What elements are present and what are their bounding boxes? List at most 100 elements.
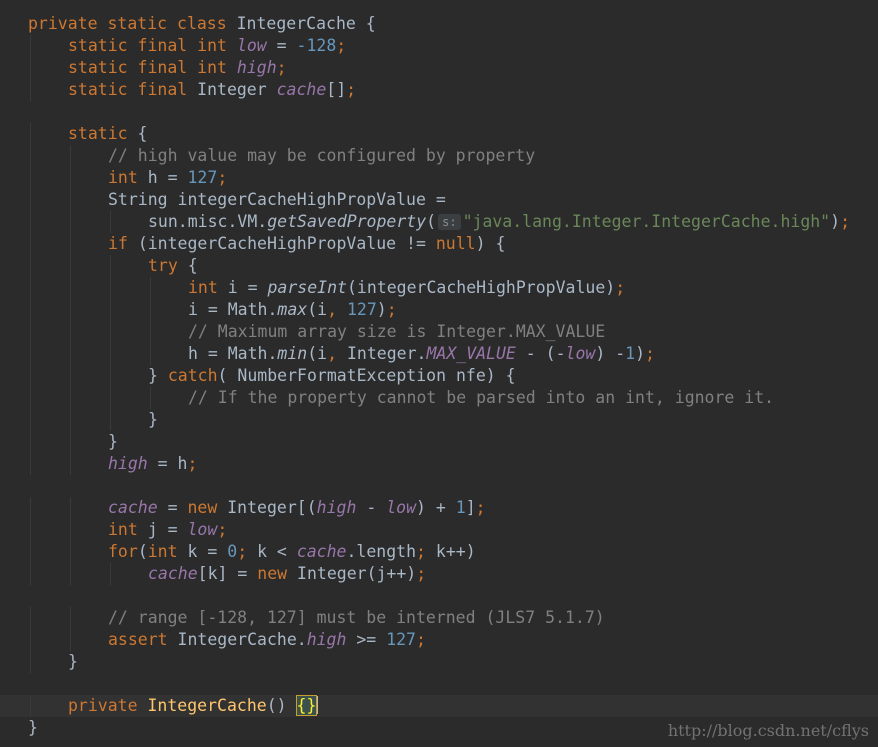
indent-guide xyxy=(30,519,31,541)
code-line[interactable]: private static class IntegerCache { xyxy=(0,13,878,35)
code-token: // range [-128, 127] must be interned (J… xyxy=(108,608,605,627)
code-line[interactable] xyxy=(0,585,878,607)
code-line[interactable]: try { xyxy=(0,255,878,277)
indent-guide xyxy=(150,343,151,365)
code-token: 1 xyxy=(625,344,636,363)
code-token: high xyxy=(236,58,277,77)
code-token: low xyxy=(236,36,267,55)
code-token: IntegerCache { xyxy=(236,14,376,33)
indent-guide xyxy=(110,365,111,387)
matched-braces: {} xyxy=(295,695,318,716)
code-token: } xyxy=(148,410,158,429)
code-token: high xyxy=(108,454,148,473)
code-token: low xyxy=(565,344,596,363)
code-editor[interactable]: private static class IntegerCache {stati… xyxy=(0,13,878,739)
code-token: null xyxy=(435,234,476,253)
code-token: // Maximum array size is Integer.MAX_VAL… xyxy=(188,322,606,341)
code-token: // If the property cannot be parsed into… xyxy=(188,388,775,407)
code-line[interactable]: static final Integer cache[]; xyxy=(0,79,878,101)
code-token: (integerCacheHighPropValue != xyxy=(137,234,436,253)
code-token: h = xyxy=(147,168,188,187)
code-line[interactable]: for(int k = 0; k < cache.length; k++) xyxy=(0,541,878,563)
code-line[interactable]: } xyxy=(0,431,878,453)
code-line[interactable]: h = Math.min(i, Integer.MAX_VALUE - (-lo… xyxy=(0,343,878,365)
code-line[interactable]: static final int high; xyxy=(0,57,878,79)
code-token: cache xyxy=(296,542,347,561)
indent-guide xyxy=(30,365,31,387)
code-token: i = xyxy=(227,278,268,297)
code-line[interactable]: private IntegerCache() {} xyxy=(0,695,878,717)
indent-guide xyxy=(70,255,71,277)
code-token: static final xyxy=(68,80,198,99)
code-token: 0 xyxy=(227,542,238,561)
code-line[interactable] xyxy=(0,673,878,695)
code-line[interactable]: i = Math.max(i, 127); xyxy=(0,299,878,321)
code-line[interactable]: } xyxy=(0,409,878,431)
code-token: 127 xyxy=(386,630,416,649)
indent-guide xyxy=(70,453,71,475)
code-line[interactable]: if (integerCacheHighPropValue != null) { xyxy=(0,233,878,255)
code-line[interactable]: cache = new Integer[(high - low) + 1]; xyxy=(0,497,878,519)
code-token: } xyxy=(28,718,38,737)
code-token: h = Math. xyxy=(188,344,278,363)
code-line[interactable]: static { xyxy=(0,123,878,145)
code-token: } xyxy=(68,652,78,671)
indent-guide xyxy=(70,497,71,519)
indent-guide xyxy=(70,431,71,453)
code-token: new xyxy=(257,564,298,583)
code-token: int xyxy=(108,168,148,187)
code-line[interactable] xyxy=(0,101,878,123)
code-token: Integer[( xyxy=(227,498,317,517)
code-token: cache xyxy=(148,564,198,583)
code-line[interactable]: int i = parseInt(integerCacheHighPropVal… xyxy=(0,277,878,299)
code-line[interactable]: // If the property cannot be parsed into… xyxy=(0,387,878,409)
code-line[interactable]: assert IntegerCache.high >= 127; xyxy=(0,629,878,651)
code-token: - (- xyxy=(515,344,566,363)
code-line[interactable]: // range [-128, 127] must be interned (J… xyxy=(0,607,878,629)
code-line[interactable]: } xyxy=(0,651,878,673)
code-token: j = xyxy=(147,520,188,539)
indent-guide xyxy=(30,607,31,629)
indent-guide xyxy=(70,167,71,189)
code-token: low xyxy=(386,498,417,517)
code-token: high xyxy=(316,498,357,517)
code-token: MAX_VALUE xyxy=(426,344,516,363)
code-token: ; xyxy=(237,542,258,561)
indent-guide xyxy=(70,277,71,299)
code-line[interactable]: static final int low = -128; xyxy=(0,35,878,57)
code-line[interactable]: } catch( NumberFormatException nfe) { xyxy=(0,365,878,387)
code-token: = xyxy=(266,36,297,55)
indent-guide xyxy=(30,123,31,145)
indent-guide xyxy=(70,629,71,651)
indent-guide xyxy=(30,145,31,167)
indent-guide xyxy=(30,167,31,189)
indent-guide xyxy=(30,563,31,585)
code-token: ; xyxy=(840,212,850,231)
indent-guide xyxy=(110,387,111,409)
code-line[interactable]: // Maximum array size is Integer.MAX_VAL… xyxy=(0,321,878,343)
indent-guide xyxy=(70,233,71,255)
code-line[interactable]: int h = 127; xyxy=(0,167,878,189)
code-token: assert xyxy=(108,630,178,649)
indent-guide xyxy=(70,189,71,211)
code-line[interactable]: sun.misc.VM.getSavedProperty(s: "java.lan… xyxy=(0,211,878,233)
code-token: max xyxy=(277,300,308,319)
indent-guide xyxy=(70,541,71,563)
code-token: cache xyxy=(276,80,327,99)
code-line[interactable]: high = h; xyxy=(0,453,878,475)
code-token: >= xyxy=(346,630,387,649)
code-token: i = Math. xyxy=(188,300,278,319)
code-line[interactable]: String integerCacheHighPropValue = xyxy=(0,189,878,211)
code-token: ; xyxy=(217,168,228,187)
code-line[interactable] xyxy=(0,475,878,497)
code-token: ; xyxy=(475,498,486,517)
code-token: 127 xyxy=(346,300,377,319)
indent-guide xyxy=(30,629,31,651)
code-line[interactable]: // high value may be configured by prope… xyxy=(0,145,878,167)
indent-guide xyxy=(30,695,31,717)
code-token: int xyxy=(188,278,228,297)
code-line[interactable]: cache[k] = new Integer(j++); xyxy=(0,563,878,585)
code-token: k < xyxy=(257,542,297,561)
code-line[interactable]: int j = low; xyxy=(0,519,878,541)
code-token: k++) xyxy=(435,542,476,561)
